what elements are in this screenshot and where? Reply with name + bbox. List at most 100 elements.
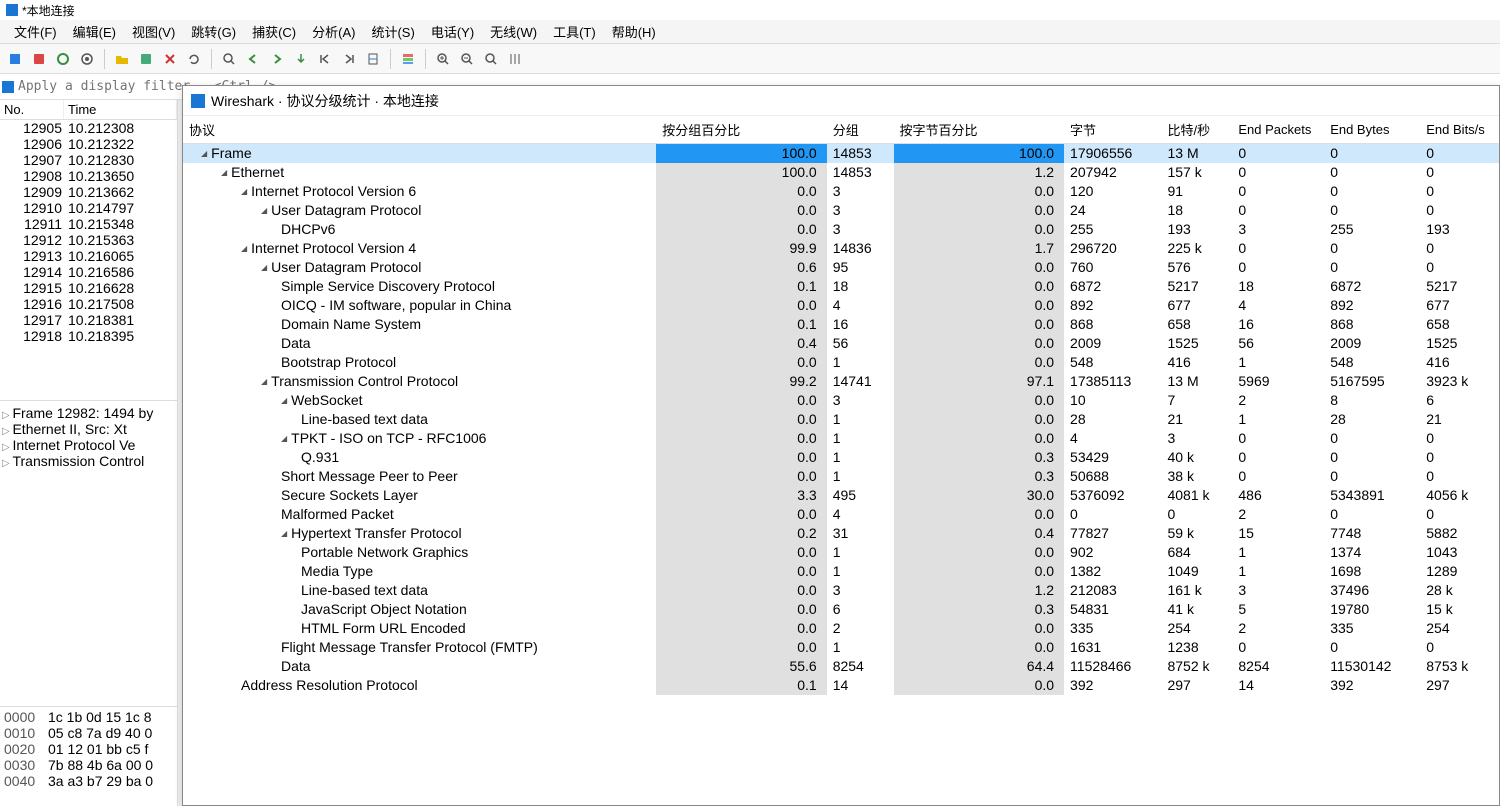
column-header[interactable]: 按字节百分比 (894, 116, 1065, 144)
start-capture-icon[interactable] (4, 48, 26, 70)
zoom-in-icon[interactable] (432, 48, 454, 70)
protocol-row[interactable]: Internet Protocol Version 60.030.0120910… (183, 182, 1499, 201)
menu-item[interactable]: 捕获(C) (244, 19, 304, 44)
protocol-row[interactable]: Secure Sockets Layer3.349530.05376092408… (183, 486, 1499, 505)
packet-row[interactable]: 1291610.217508 (0, 296, 177, 312)
auto-scroll-icon[interactable] (362, 48, 384, 70)
reload-icon[interactable] (183, 48, 205, 70)
hex-row[interactable]: 00403a a3 b7 29 ba 0 (4, 773, 173, 789)
packet-bytes-panel[interactable]: 00001c 1b 0d 15 1c 8001005 c8 7a d9 40 0… (0, 706, 177, 806)
zoom-out-icon[interactable] (456, 48, 478, 70)
protocol-row[interactable]: OICQ - IM software, popular in China0.04… (183, 296, 1499, 315)
column-header[interactable]: End Bits/s (1420, 116, 1499, 144)
packet-row[interactable]: 1290510.212308 (0, 120, 177, 136)
column-header[interactable]: 分组 (827, 116, 894, 144)
go-first-icon[interactable] (314, 48, 336, 70)
menu-item[interactable]: 编辑(E) (65, 19, 124, 44)
go-to-packet-icon[interactable] (290, 48, 312, 70)
detail-line[interactable]: Ethernet II, Src: Xt (2, 421, 175, 437)
packet-row[interactable]: 1291210.215363 (0, 232, 177, 248)
protocol-row[interactable]: Line-based text data0.010.0282112821 (183, 410, 1499, 429)
protocol-row[interactable]: TPKT - ISO on TCP - RFC10060.010.043000 (183, 429, 1499, 448)
app-logo-icon (6, 4, 18, 16)
protocol-row[interactable]: Q.9310.010.35342940 k000 (183, 448, 1499, 467)
zoom-reset-icon[interactable] (480, 48, 502, 70)
protocol-row[interactable]: Data55.6825464.4115284668752 k8254115301… (183, 657, 1499, 676)
protocol-row[interactable]: Domain Name System0.1160.086865816868658 (183, 315, 1499, 334)
colorize-icon[interactable] (397, 48, 419, 70)
column-header[interactable]: 字节 (1064, 116, 1161, 144)
protocol-row[interactable]: User Datagram Protocol0.6950.0760576000 (183, 258, 1499, 277)
packet-row[interactable]: 1291010.214797 (0, 200, 177, 216)
packet-row[interactable]: 1290710.212830 (0, 152, 177, 168)
protocol-row[interactable]: User Datagram Protocol0.030.02418000 (183, 201, 1499, 220)
protocol-row[interactable]: WebSocket0.030.0107286 (183, 391, 1499, 410)
capture-options-icon[interactable] (76, 48, 98, 70)
close-file-icon[interactable] (159, 48, 181, 70)
column-header[interactable]: 协议 (183, 116, 656, 144)
go-forward-icon[interactable] (266, 48, 288, 70)
column-header[interactable]: End Bytes (1324, 116, 1420, 144)
packet-row[interactable]: 1291310.216065 (0, 248, 177, 264)
column-header-no[interactable]: No. (0, 100, 64, 119)
packet-row[interactable]: 1290810.213650 (0, 168, 177, 184)
column-header[interactable]: 比特/秒 (1161, 116, 1232, 144)
protocol-row[interactable]: Address Resolution Protocol0.1140.039229… (183, 676, 1499, 695)
menu-item[interactable]: 跳转(G) (183, 19, 244, 44)
resize-columns-icon[interactable] (504, 48, 526, 70)
packet-row[interactable]: 1290910.213662 (0, 184, 177, 200)
protocol-row[interactable]: Bootstrap Protocol0.010.05484161548416 (183, 353, 1499, 372)
menu-item[interactable]: 帮助(H) (604, 19, 664, 44)
protocol-row[interactable]: Short Message Peer to Peer0.010.35068838… (183, 467, 1499, 486)
menu-item[interactable]: 文件(F) (6, 19, 65, 44)
protocol-hierarchy-table[interactable]: 协议按分组百分比分组按字节百分比字节比特/秒End PacketsEnd Byt… (183, 116, 1499, 695)
column-header[interactable]: End Packets (1232, 116, 1324, 144)
menu-item[interactable]: 统计(S) (363, 19, 422, 44)
packet-row[interactable]: 1291110.215348 (0, 216, 177, 232)
menu-item[interactable]: 工具(T) (545, 19, 604, 44)
protocol-row[interactable]: Transmission Control Protocol99.21474197… (183, 372, 1499, 391)
open-file-icon[interactable] (111, 48, 133, 70)
hex-row[interactable]: 001005 c8 7a d9 40 0 (4, 725, 173, 741)
protocol-row[interactable]: Malformed Packet0.040.000200 (183, 505, 1499, 524)
protocol-row[interactable]: JavaScript Object Notation0.060.35483141… (183, 600, 1499, 619)
protocol-row[interactable]: Flight Message Transfer Protocol (FMTP)0… (183, 638, 1499, 657)
hex-row[interactable]: 00001c 1b 0d 15 1c 8 (4, 709, 173, 725)
protocol-row[interactable]: Media Type0.010.013821049116981289 (183, 562, 1499, 581)
stop-capture-icon[interactable] (28, 48, 50, 70)
protocol-row[interactable]: Ethernet100.0148531.2207942157 k000 (183, 163, 1499, 182)
protocol-row[interactable]: Line-based text data0.031.2212083161 k33… (183, 581, 1499, 600)
packet-row[interactable]: 1291410.216586 (0, 264, 177, 280)
find-packet-icon[interactable] (218, 48, 240, 70)
hex-row[interactable]: 002001 12 01 bb c5 f (4, 741, 173, 757)
protocol-row[interactable]: Frame100.014853100.01790655613 M000 (183, 144, 1499, 163)
go-back-icon[interactable] (242, 48, 264, 70)
go-last-icon[interactable] (338, 48, 360, 70)
packet-row[interactable]: 1291510.216628 (0, 280, 177, 296)
packet-row[interactable]: 1291810.218395 (0, 328, 177, 344)
packet-row[interactable]: 1291710.218381 (0, 312, 177, 328)
menu-item[interactable]: 无线(W) (482, 19, 545, 44)
protocol-row[interactable]: Data0.4560.0200915255620091525 (183, 334, 1499, 353)
protocol-hierarchy-dialog: Wireshark · 协议分级统计 · 本地连接 协议按分组百分比分组按字节百… (182, 85, 1500, 806)
column-header-time[interactable]: Time (64, 100, 177, 119)
protocol-row[interactable]: HTML Form URL Encoded0.020.0335254233525… (183, 619, 1499, 638)
save-file-icon[interactable] (135, 48, 157, 70)
column-header[interactable]: 按分组百分比 (656, 116, 827, 144)
protocol-row[interactable]: Internet Protocol Version 499.9148361.72… (183, 239, 1499, 258)
packet-details-panel[interactable]: Frame 12982: 1494 byEthernet II, Src: Xt… (0, 400, 177, 706)
menu-item[interactable]: 分析(A) (304, 19, 363, 44)
packet-row[interactable]: 1290610.212322 (0, 136, 177, 152)
menu-item[interactable]: 电话(Y) (423, 19, 482, 44)
detail-line[interactable]: Internet Protocol Ve (2, 437, 175, 453)
filter-bookmark-icon[interactable] (2, 81, 14, 93)
restart-capture-icon[interactable] (52, 48, 74, 70)
protocol-row[interactable]: Hypertext Transfer Protocol0.2310.477827… (183, 524, 1499, 543)
protocol-row[interactable]: Portable Network Graphics0.010.090268411… (183, 543, 1499, 562)
detail-line[interactable]: Transmission Control (2, 453, 175, 469)
protocol-row[interactable]: Simple Service Discovery Protocol0.1180.… (183, 277, 1499, 296)
hex-row[interactable]: 00307b 88 4b 6a 00 0 (4, 757, 173, 773)
menu-item[interactable]: 视图(V) (124, 19, 183, 44)
detail-line[interactable]: Frame 12982: 1494 by (2, 405, 175, 421)
protocol-row[interactable]: DHCPv60.030.02551933255193 (183, 220, 1499, 239)
